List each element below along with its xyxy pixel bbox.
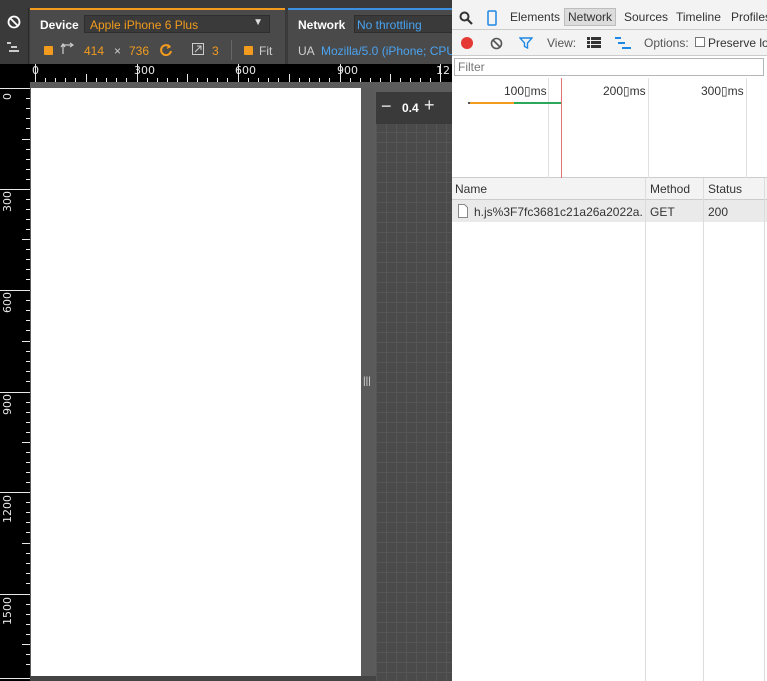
dpr-input[interactable]: 3 — [212, 44, 219, 58]
column-divider[interactable] — [703, 178, 704, 681]
device-select-value: Apple iPhone 6 Plus — [90, 18, 199, 32]
block-icon — [7, 15, 21, 29]
tab-profiles[interactable]: Profiles — [731, 10, 767, 24]
device-label: Device — [40, 18, 79, 32]
column-header-method[interactable]: Method — [650, 182, 690, 196]
row-status: 200 — [708, 205, 729, 219]
zoom-controls: − 0.4 + — [376, 92, 452, 124]
timeline-label: 200▯ms — [603, 84, 646, 98]
user-agent-input[interactable]: Mozilla/5.0 (iPhone; CPU — [321, 44, 452, 58]
devtools-tabbar: Elements Network Sources Timeline Profil… — [452, 6, 767, 30]
ruler-label: 300 — [134, 64, 155, 77]
record-icon[interactable] — [461, 37, 473, 49]
zoom-value: 0.4 — [402, 101, 419, 115]
ruler-label: 600 — [235, 64, 256, 77]
ruler-label: 900 — [1, 394, 14, 415]
row-name: h.js%3F7fc3681c21a26a2022a... — [474, 205, 642, 219]
resize-icon — [60, 42, 74, 54]
ruler-vertical: 0 300 600 900 1200 1500 — [0, 82, 30, 681]
device-pixel-ratio-icon — [192, 43, 204, 55]
search-icon[interactable] — [459, 11, 473, 25]
options-label: Options: — [644, 36, 689, 50]
zoom-in-button[interactable]: + — [424, 95, 435, 116]
height-input[interactable]: 736 — [129, 44, 149, 58]
tab-timeline[interactable]: Timeline — [676, 10, 721, 24]
timeline-bar-receiving — [514, 102, 561, 104]
resolution-checkbox[interactable] — [44, 46, 53, 55]
fit-label: Fit — [259, 44, 273, 58]
network-section: Network No throttling UA Mozilla/5.0 (iP… — [288, 8, 454, 64]
resize-grip-icon[interactable]: ||| — [363, 376, 371, 388]
preserve-log-checkbox[interactable] — [695, 37, 705, 47]
list-view-icon[interactable] — [587, 37, 601, 48]
swap-dimensions-icon[interactable] — [159, 43, 173, 57]
ruler-corner — [0, 64, 30, 82]
network-throttling-select[interactable]: No throttling — [354, 15, 454, 33]
tab-elements[interactable]: Elements — [510, 10, 560, 24]
viewport-overflow-grid — [376, 92, 452, 681]
ruler-horizontal: 0 300 600 900 12 — [30, 64, 452, 82]
network-overview: 100▯ms 200▯ms 300▯ms — [452, 78, 767, 178]
ruler-label: 0 — [1, 93, 14, 100]
preserve-log-label: Preserve lo — [708, 36, 767, 50]
separator — [231, 40, 232, 60]
bottom-resize-bar[interactable] — [30, 676, 376, 681]
network-select-value: No throttling — [357, 18, 422, 32]
tab-sources[interactable]: Sources — [624, 10, 668, 24]
timeline-bar-waiting — [470, 102, 514, 104]
column-divider[interactable] — [645, 178, 646, 681]
ruler-label: 0 — [32, 64, 39, 77]
media-queries-icon[interactable] — [7, 42, 21, 52]
timeline-label: 300▯ms — [701, 84, 744, 98]
ua-label: UA — [298, 44, 315, 58]
filter-icon[interactable] — [519, 37, 533, 49]
ruler-label: 1200 — [1, 495, 14, 523]
row-method: GET — [650, 205, 675, 219]
network-table-header: Name Method Status — [452, 178, 767, 200]
load-event-line — [561, 78, 562, 178]
column-header-name[interactable]: Name — [455, 182, 487, 196]
ruler-label: 300 — [1, 191, 14, 212]
ruler-label: 900 — [337, 64, 358, 77]
zoom-out-button[interactable]: − — [381, 96, 392, 117]
timeline-label: 100▯ms — [504, 84, 547, 98]
ruler-label: 1500 — [1, 597, 14, 625]
ruler-label: 600 — [1, 292, 14, 313]
dimension-separator: × — [114, 44, 122, 58]
device-mode-icon[interactable] — [487, 10, 497, 26]
cancel-emulation-button[interactable] — [0, 8, 29, 64]
table-row[interactable]: h.js%3F7fc3681c21a26a2022a... GET 200 — [452, 200, 767, 222]
clear-icon[interactable] — [490, 37, 503, 50]
tab-network[interactable]: Network — [564, 8, 617, 26]
waterfall-view-icon[interactable] — [615, 37, 631, 49]
device-select[interactable]: Apple iPhone 6 Plus ▼ — [84, 15, 270, 33]
filter-input[interactable] — [454, 58, 764, 76]
network-toolbar: View: Options: Preserve lo — [452, 30, 767, 56]
chevron-down-icon: ▼ — [253, 17, 263, 28]
view-label: View: — [547, 36, 577, 50]
page-canvas[interactable] — [31, 88, 361, 676]
width-input[interactable]: 414 — [84, 44, 104, 58]
column-divider[interactable] — [764, 178, 765, 681]
fit-checkbox[interactable] — [244, 46, 253, 55]
network-label: Network — [298, 18, 346, 32]
ruler-label: 12 — [436, 64, 450, 77]
column-header-status[interactable]: Status — [708, 182, 742, 196]
device-section: Device Apple iPhone 6 Plus ▼ 414 × 736 3… — [30, 8, 285, 64]
file-icon — [458, 204, 468, 218]
